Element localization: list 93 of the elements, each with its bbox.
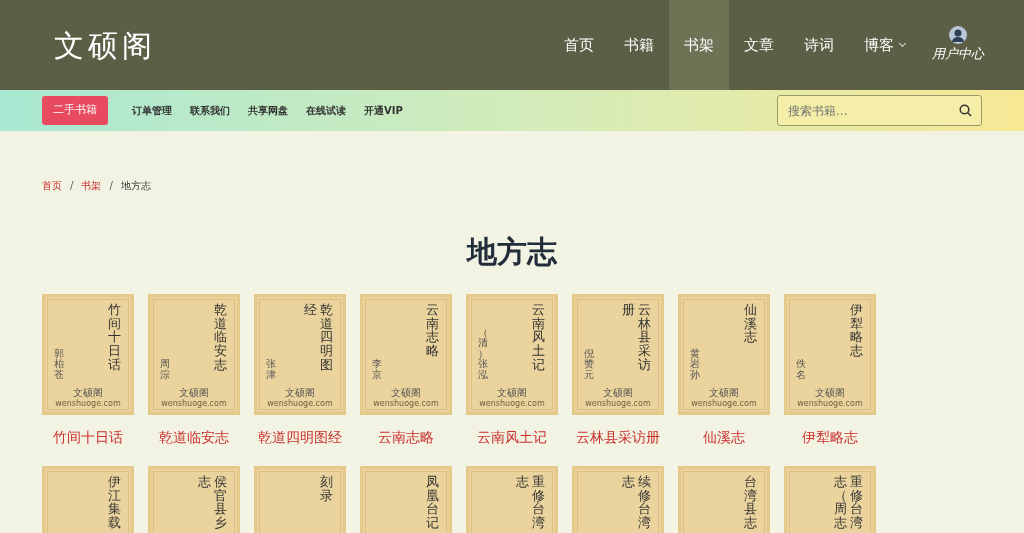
book-cover[interactable]: 郭柏苍 竹间十日话 文硕阁 wenshuoge.com bbox=[42, 294, 134, 415]
cover-site: wenshuoge.com bbox=[796, 400, 864, 408]
logo[interactable]: 文硕阁 bbox=[54, 22, 156, 68]
cover-author: 佚名 bbox=[796, 359, 806, 380]
cover-title: 续修台湾 bbox=[638, 475, 651, 530]
cover-title: 云南风土记 bbox=[532, 303, 545, 372]
cover-title: 志（周志 bbox=[834, 475, 847, 530]
cover-author: 李京 bbox=[372, 359, 382, 380]
cover-author: 郭柏苍 bbox=[54, 348, 64, 380]
nav-link[interactable]: 文章 bbox=[729, 0, 789, 90]
search-icon[interactable] bbox=[959, 104, 972, 117]
menu-link[interactable]: 在线试读 bbox=[306, 103, 346, 118]
book-cover[interactable]: 周淙 乾道临安志 文硕阁 wenshuoge.com bbox=[148, 294, 240, 415]
book-title-link[interactable]: 乾道临安志 bbox=[148, 427, 240, 448]
cover-site: wenshuoge.com bbox=[478, 400, 546, 408]
book-title-link[interactable]: 云林县采访册 bbox=[572, 427, 664, 448]
book-title-link[interactable]: 乾道四明图经 bbox=[254, 427, 346, 448]
book-title-link[interactable]: 仙溪志 bbox=[678, 427, 770, 448]
cover-title: 志 bbox=[516, 475, 529, 489]
breadcrumb-link[interactable]: 书架 bbox=[81, 178, 102, 193]
book-cover[interactable]: 志 重修台湾 bbox=[466, 466, 558, 533]
cover-author: （清）张泓 bbox=[478, 327, 488, 380]
page-heading: 地方志 bbox=[465, 233, 558, 271]
cover-title: 台湾县志 bbox=[744, 475, 757, 530]
cover-title: 竹间十日话 bbox=[108, 303, 121, 372]
nav-link[interactable]: 博客 bbox=[849, 0, 920, 90]
book-title-link[interactable]: 伊犁略志 bbox=[784, 427, 876, 448]
breadcrumb-separator: / bbox=[109, 179, 113, 193]
book-cover[interactable]: 张津 经 乾道四明图 文硕阁 wenshuoge.com bbox=[254, 294, 346, 415]
book-cover[interactable]: （清）张泓 云南风土记 文硕阁 wenshuoge.com bbox=[466, 294, 558, 415]
cover-author: 周淙 bbox=[160, 359, 170, 380]
cover-site: wenshuoge.com bbox=[372, 400, 440, 408]
avatar-icon[interactable] bbox=[949, 26, 967, 45]
cover-title: 仙溪志 bbox=[744, 303, 757, 344]
nav-link[interactable]: 诗词 bbox=[789, 0, 849, 90]
cover-site: wenshuoge.com bbox=[584, 400, 652, 408]
search-field[interactable]: 搜索书籍... bbox=[777, 95, 982, 126]
cover-title: 重修台湾 bbox=[532, 475, 545, 530]
menu-link[interactable]: 开通VIP bbox=[364, 103, 403, 118]
cover-site: wenshuoge.com bbox=[690, 400, 758, 408]
cover-author: 倪赞元 bbox=[584, 348, 594, 380]
cover-title: 重修台湾 bbox=[850, 475, 863, 530]
menu-link[interactable]: 共享网盘 bbox=[248, 103, 288, 118]
book-cover[interactable]: 李京 云南志略 文硕阁 wenshuoge.com bbox=[360, 294, 452, 415]
cover-publisher: 文硕阁 bbox=[284, 388, 316, 398]
cover-title: 侯官县乡 bbox=[214, 475, 227, 530]
breadcrumb-current: 地方志 bbox=[120, 179, 151, 193]
cover-title: 凤凰台记 bbox=[426, 475, 439, 530]
book-cover[interactable]: 凤凰台记 bbox=[360, 466, 452, 533]
cover-publisher: 文硕阁 bbox=[178, 388, 210, 398]
breadcrumb-separator: / bbox=[70, 179, 74, 193]
cover-title: 云林县采访 bbox=[638, 303, 651, 372]
cover-title: 刻录 bbox=[320, 475, 333, 503]
book-title-link[interactable]: 云南风土记 bbox=[466, 427, 558, 448]
cover-publisher: 文硕阁 bbox=[390, 388, 422, 398]
book-cover[interactable]: 刻录 bbox=[254, 466, 346, 533]
cover-author: 黄岩孙 bbox=[690, 348, 700, 380]
cover-title: 志 bbox=[622, 475, 635, 489]
cover-author: 张津 bbox=[266, 359, 276, 380]
book-cover[interactable]: 倪赞元 册 云林县采访 文硕阁 wenshuoge.com bbox=[572, 294, 664, 415]
cover-site: wenshuoge.com bbox=[266, 400, 334, 408]
user-center-link[interactable]: 用户中心 bbox=[932, 44, 984, 64]
cover-title: 册 bbox=[622, 303, 635, 317]
cover-title: 乾道临安志 bbox=[214, 303, 227, 372]
nav-link[interactable]: 首页 bbox=[549, 0, 609, 90]
cover-publisher: 文硕阁 bbox=[708, 388, 740, 398]
book-cover[interactable]: 伊江集载 bbox=[42, 466, 134, 533]
menu-link[interactable]: 联系我们 bbox=[190, 103, 230, 118]
cover-publisher: 文硕阁 bbox=[602, 388, 634, 398]
menu-link[interactable]: 订单管理 bbox=[132, 103, 172, 118]
book-cover[interactable]: 台湾县志 bbox=[678, 466, 770, 533]
book-cover[interactable]: 志 续修台湾 bbox=[572, 466, 664, 533]
cover-site: wenshuoge.com bbox=[54, 400, 122, 408]
nav-link[interactable]: 书籍 bbox=[609, 0, 669, 90]
cover-title: 乾道四明图 bbox=[320, 303, 333, 372]
book-cover[interactable]: 志 侯官县乡 bbox=[148, 466, 240, 533]
cover-title: 志 bbox=[198, 475, 211, 489]
book-cover[interactable]: 黄岩孙 仙溪志 文硕阁 wenshuoge.com bbox=[678, 294, 770, 415]
cover-title: 云南志略 bbox=[426, 303, 439, 358]
cover-publisher: 文硕阁 bbox=[814, 388, 846, 398]
cover-publisher: 文硕阁 bbox=[496, 388, 528, 398]
used-books-button[interactable]: 二手书籍 bbox=[42, 96, 108, 125]
nav-link[interactable]: 书架 bbox=[669, 0, 729, 90]
book-cover[interactable]: 佚名 伊犁略志 文硕阁 wenshuoge.com bbox=[784, 294, 876, 415]
cover-title: 经 bbox=[304, 303, 317, 317]
book-cover[interactable]: 志（周志 重修台湾 bbox=[784, 466, 876, 533]
cover-title: 伊犁略志 bbox=[850, 303, 863, 358]
cover-publisher: 文硕阁 bbox=[72, 388, 104, 398]
cover-title: 伊江集载 bbox=[108, 475, 121, 530]
cover-site: wenshuoge.com bbox=[160, 400, 228, 408]
book-title-link[interactable]: 云南志略 bbox=[360, 427, 452, 448]
book-title-link[interactable]: 竹间十日话 bbox=[42, 427, 134, 448]
breadcrumb-link[interactable]: 首页 bbox=[42, 178, 62, 193]
